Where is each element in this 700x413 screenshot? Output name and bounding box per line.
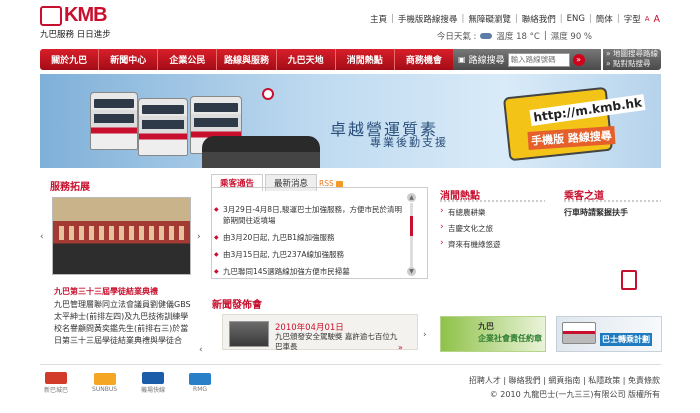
- leisure-item[interactable]: 有總農耕樂: [440, 206, 501, 223]
- humidity: 濕度 90 %: [550, 32, 592, 42]
- news-list: 3月29日-4月8日,駿運巴士加強服務，方便市民於清明節期間往返墳場 由3月20…: [214, 204, 404, 277]
- service-expansion-title: 服務拓展: [50, 182, 90, 193]
- partner-name: SUNBUS: [92, 386, 118, 393]
- nav-leisure-spots[interactable]: 消閒熱點: [336, 49, 395, 70]
- nav-business-opportunities[interactable]: 商務機會: [395, 49, 453, 70]
- kmb-logo-mark-icon: [40, 6, 62, 26]
- footer-links[interactable]: 招聘人才 | 聯絡我們 | 網頁指南 | 私隱政策 | 免責條款: [469, 375, 660, 386]
- sunbus-logo-icon: [93, 373, 116, 385]
- top-link-simplified[interactable]: 簡体: [596, 13, 613, 25]
- hold-handrail-icon: [621, 270, 637, 290]
- route-number-input[interactable]: [507, 52, 570, 67]
- press-conference-title: 新聞發佈會: [212, 300, 262, 311]
- nav-kmb-world[interactable]: 九巴天地: [277, 49, 336, 70]
- hero-banner[interactable]: 卓越營運質素 專業後勤支援 http://m.kmb.hk 手機版 路線搜尋: [40, 74, 661, 168]
- nav-corporate-citizen[interactable]: 企業公民: [158, 49, 218, 70]
- bus-icon: [562, 322, 596, 344]
- csr-banner-line2: 企業社會責任約章: [478, 334, 542, 343]
- rmg-logo-icon: [189, 373, 212, 385]
- kmb-logo[interactable]: KMB 九巴服務 日日進步: [40, 4, 118, 40]
- point-to-point-search-link[interactable]: » 點對點搜尋: [606, 59, 661, 69]
- service-body: 九巴管理層聯同立法會議員劉健儀GBS太平紳士(前排左四)及九巴技術訓練學校名譽顧…: [54, 300, 191, 345]
- logo-tagline: 九巴服務 日日進步: [40, 30, 111, 40]
- news-item[interactable]: 3月29日-4月8日,駿運巴士加強服務，方便市民於清明節期間往返墳場: [214, 204, 404, 232]
- press-more-icon[interactable]: »: [398, 343, 403, 352]
- top-links: 主頁 | 手機版路線搜尋 | 無障礙瀏覽 | 聯絡我們 | ENG | 簡体 | 字型 A …: [370, 13, 661, 26]
- weather-bar: 今日天氣 : 溫度 18 °C | 濕度 90 %: [436, 31, 592, 42]
- news-item[interactable]: 由3月15日起, 九巴237A線加強服務: [214, 249, 404, 266]
- double-decker-bus-image: [90, 92, 138, 150]
- top-link-mobile-search[interactable]: 手機版路線搜尋: [398, 13, 458, 25]
- partner-logo-nwfb[interactable]: 新巴城巴: [44, 372, 68, 394]
- top-link-contact[interactable]: 聯絡我們: [522, 13, 556, 25]
- staff-group-image: [202, 136, 320, 168]
- partner-name: RMG: [193, 386, 208, 393]
- nav-news-centre[interactable]: 新聞中心: [99, 49, 159, 70]
- bus-stop-sign-icon: [262, 88, 274, 100]
- banner-slogan-sub: 專業後勤支援: [370, 136, 448, 149]
- carousel-prev-icon[interactable]: ‹: [40, 232, 44, 242]
- passenger-manners-tip[interactable]: 行車時請緊握扶手: [564, 207, 628, 218]
- partner-name: 新巴城巴: [44, 387, 69, 394]
- route-search-go-button[interactable]: »: [572, 53, 585, 66]
- nav-routes-services[interactable]: 路線與服務: [217, 49, 277, 70]
- scroll-down-icon[interactable]: ▼: [407, 267, 416, 276]
- news-item[interactable]: 九巴聯同14S選路線加強方便市民掃墓: [214, 266, 404, 277]
- news-item[interactable]: 由3月20日起, 九巴B1線加強服務: [214, 232, 404, 249]
- route-side-links: » 地圖搜尋路線 » 點對點搜尋: [603, 49, 661, 70]
- cloud-icon: [480, 33, 493, 39]
- leisure-item[interactable]: 吉慶文化之旅: [440, 222, 501, 239]
- bus-interchange-label: 巴士轉乘計劃: [600, 333, 652, 346]
- press-next-icon[interactable]: ›: [423, 330, 427, 340]
- weather-label: 今日天氣 :: [436, 32, 477, 42]
- section-divider: [440, 200, 545, 202]
- double-decker-bus-image: [138, 98, 188, 156]
- service-caption[interactable]: 九巴第三十三屆學徒結業典禮: [54, 286, 158, 297]
- partner-logo-airport-express[interactable]: 機場快線: [141, 372, 165, 394]
- graduation-ceremony-photo[interactable]: [52, 197, 191, 275]
- leisure-item[interactable]: 齊來有機綠悠遊: [440, 238, 501, 255]
- leisure-list: 有總農耕樂 吉慶文化之旅 齊來有機綠悠遊: [440, 206, 501, 255]
- partner-logos: 新巴城巴 SUNBUS 機場快線 RMG: [44, 372, 212, 394]
- mobile-phone-image: [502, 86, 614, 162]
- font-size-large-button[interactable]: A: [654, 14, 661, 25]
- copyright: © 2010 九龍巴士(一九三三)有限公司 版權所有: [489, 390, 660, 399]
- temperature: 溫度 18 °C: [496, 32, 540, 42]
- press-photo[interactable]: [229, 321, 269, 347]
- partner-logo-sunbus[interactable]: SUNBUS: [92, 373, 117, 393]
- press-prev-icon[interactable]: ‹: [199, 345, 203, 355]
- scroll-up-icon[interactable]: ▲: [407, 193, 416, 202]
- top-link-eng[interactable]: ENG: [567, 14, 585, 24]
- carousel-next-icon[interactable]: ›: [197, 232, 201, 242]
- partner-name: 機場快線: [141, 387, 166, 394]
- main-nav: 關於九巴 新聞中心 企業公民 路線與服務 九巴天地 消閒熱點 商務機會: [40, 49, 453, 70]
- bus-icon: ▣: [458, 55, 466, 64]
- logo-text: KMB: [64, 4, 108, 26]
- airport-logo-icon: [142, 372, 165, 384]
- news-scrollbar[interactable]: [410, 203, 413, 269]
- nav-about-kmb[interactable]: 關於九巴: [40, 49, 100, 70]
- font-size-small-button[interactable]: A: [645, 15, 650, 23]
- news-scroll-thumb[interactable]: [410, 216, 413, 236]
- route-search-bar: ▣ 路線搜尋 »: [453, 49, 601, 70]
- footer-divider: [40, 364, 661, 365]
- section-divider: [564, 200, 661, 202]
- nwfb-logo-icon: [45, 372, 67, 384]
- font-size-label: 字型: [623, 15, 641, 25]
- top-link-accessibility[interactable]: 無障礙瀏覽: [468, 13, 511, 25]
- top-link-home[interactable]: 主頁: [370, 13, 387, 25]
- press-body[interactable]: 九巴頒發安全駕駛獎 嘉許逾七百位九巴車長: [275, 332, 400, 352]
- partner-logo-rmg[interactable]: RMG: [189, 373, 212, 393]
- map-route-search-link[interactable]: » 地圖搜尋路線: [606, 49, 661, 59]
- route-search-label: 路線搜尋: [468, 56, 505, 66]
- csr-banner-line1: 九巴: [478, 322, 494, 331]
